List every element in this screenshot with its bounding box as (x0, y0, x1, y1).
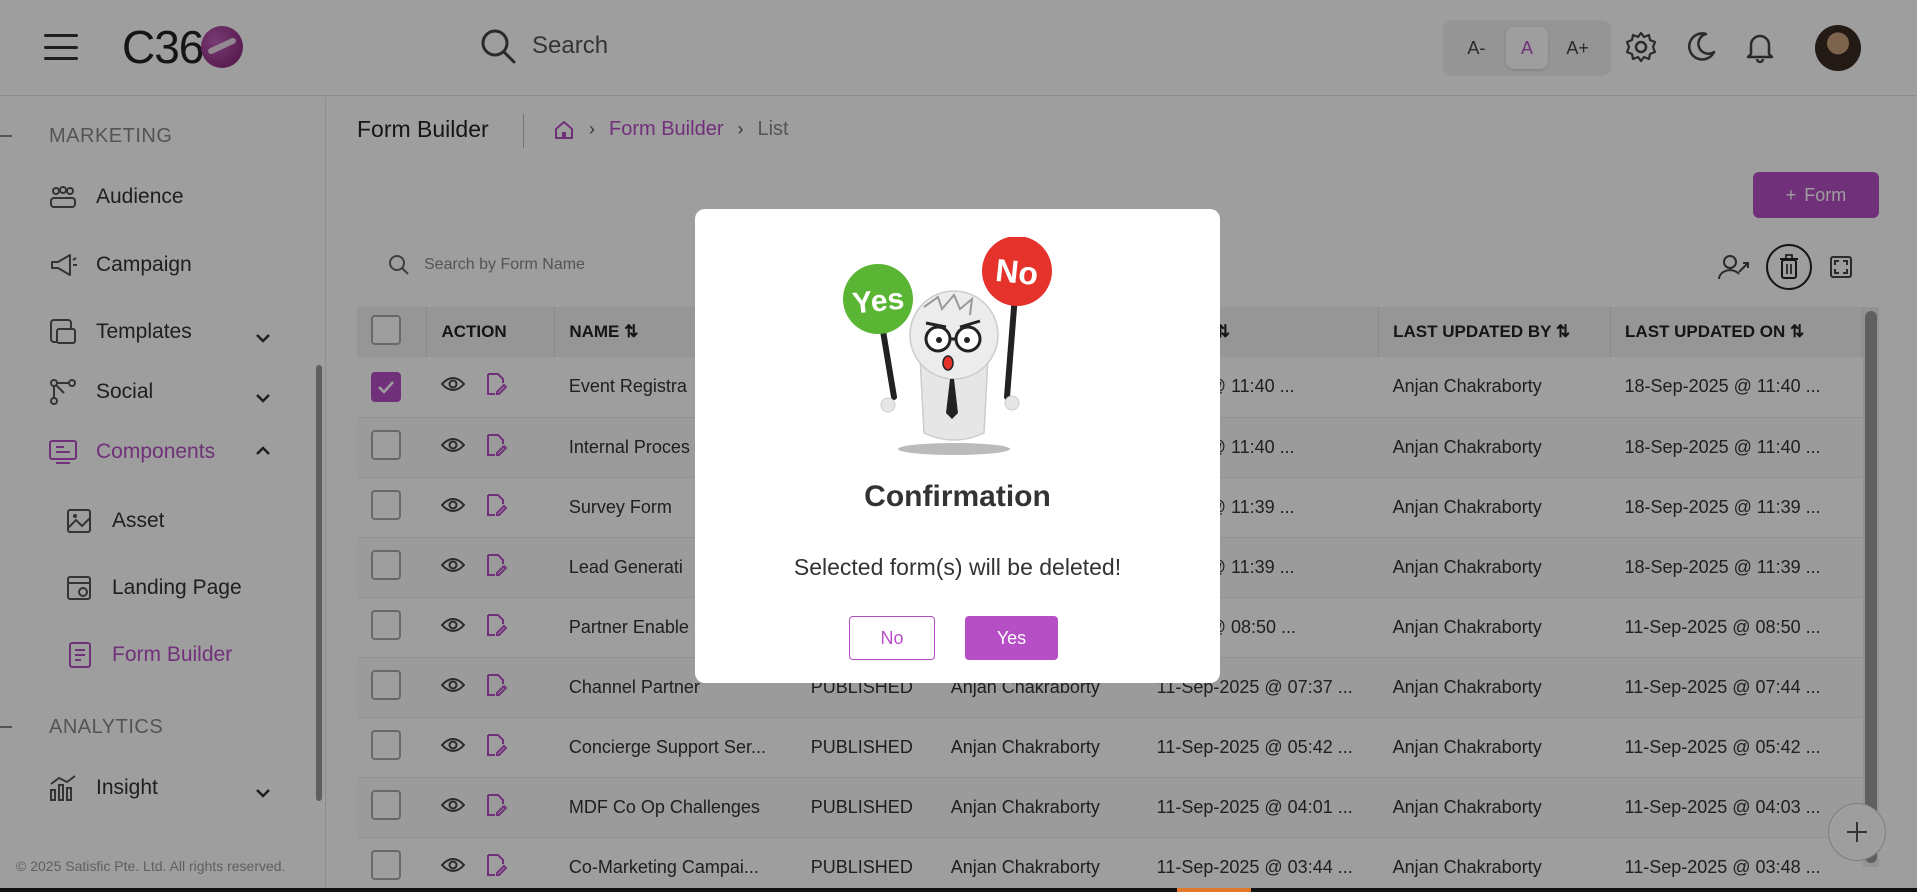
yes-no-character-illustration: Yes No (843, 237, 1052, 455)
dialog-no-button[interactable]: No (849, 616, 935, 660)
confirmation-dialog: Yes No Confirmation Selected form(s) wil… (695, 209, 1220, 683)
app-root: C36 Search A- A A+ MARKETING Audience Ca… (0, 0, 1917, 892)
no-sign-text: No (994, 252, 1040, 292)
dialog-title: Confirmation (864, 480, 1051, 513)
yes-sign-text: Yes (851, 282, 906, 320)
dialog-yes-button[interactable]: Yes (965, 616, 1058, 660)
bottom-strip-accent (1177, 888, 1251, 892)
dialog-message: Selected form(s) will be deleted! (793, 554, 1122, 580)
bottom-strip (0, 888, 1917, 892)
